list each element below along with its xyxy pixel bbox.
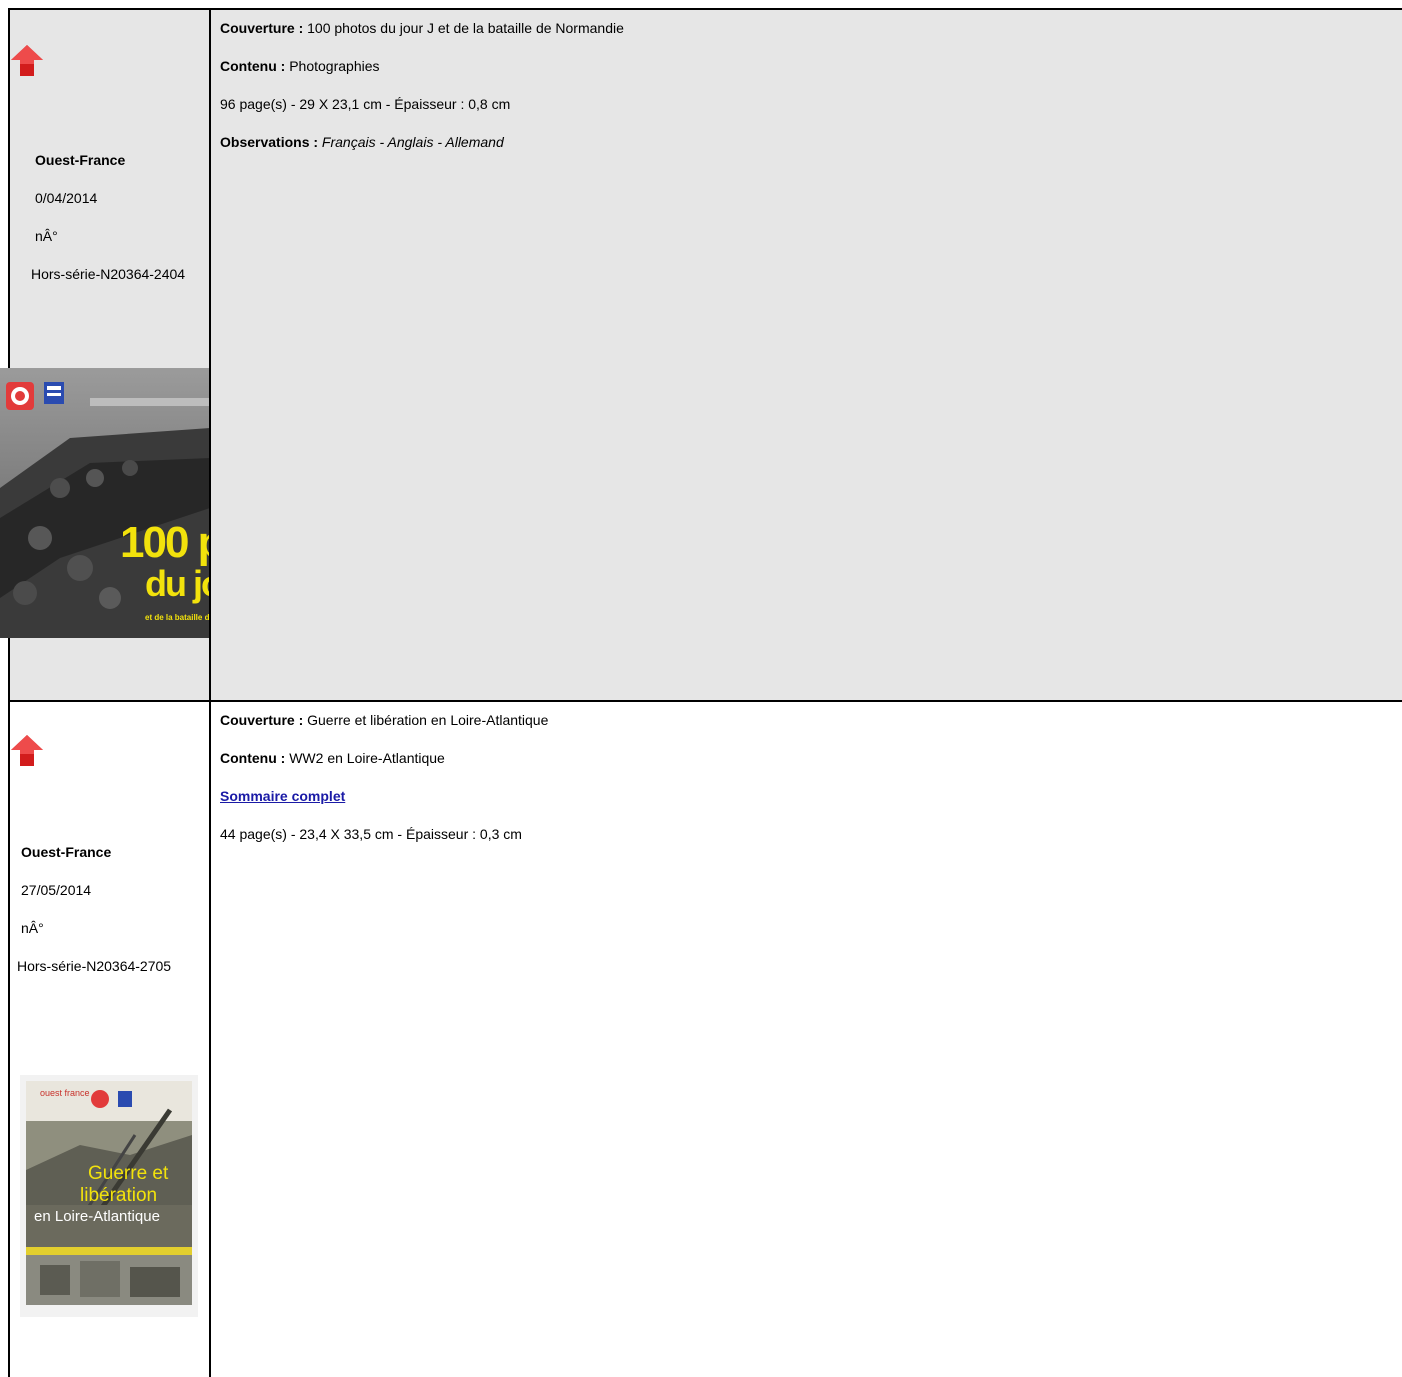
- issue-number: Hors-série-N20364-2705: [17, 958, 172, 974]
- number-label: nÂ°: [35, 228, 58, 244]
- cover-subtitle: et de la bataille de: [145, 613, 210, 622]
- sommaire-link[interactable]: Sommaire complet: [220, 788, 345, 804]
- entry-row: Ouest-France 27/05/2014 nÂ° Hors-série-N…: [8, 702, 1402, 1377]
- publication-date: 0/04/2014: [35, 190, 98, 206]
- column-divider: [209, 702, 211, 1377]
- issue-number: Hors-série-N20364-2404: [31, 266, 186, 282]
- couverture-value: 100 photos du jour J et de la bataille d…: [307, 20, 624, 36]
- contenu-label: Contenu :: [220, 750, 286, 766]
- couverture-line: Couverture : 100 photos du jour J et de …: [220, 20, 624, 36]
- contenu-line: Contenu : WW2 en Loire-Atlantique: [220, 750, 445, 766]
- entry-meta-column: Ouest-France 0/04/2014 nÂ° Hors-série-N2…: [0, 10, 210, 700]
- observations-label: Observations :: [220, 134, 319, 150]
- couverture-line: Couverture : Guerre et libération en Loi…: [220, 712, 548, 728]
- dimensions-line: 44 page(s) - 23,4 X 33,5 cm - Épaisseur …: [220, 826, 522, 842]
- entry-row: Ouest-France 0/04/2014 nÂ° Hors-série-N2…: [0, 8, 1402, 702]
- cover-title-line2: libération: [80, 1185, 158, 1206]
- contenu-value: Photographies: [289, 58, 380, 74]
- cover-image: 100 pho du jou et de la bataille de: [0, 368, 210, 638]
- cover-title-line1: 100 pho: [120, 518, 210, 567]
- column-divider: [209, 10, 211, 700]
- contenu-label: Contenu :: [220, 58, 286, 74]
- couverture-label: Couverture :: [220, 712, 304, 728]
- cover-image: ouest france Guerre et libération en Loi…: [20, 1075, 198, 1317]
- contenu-line: Contenu : Photographies: [220, 58, 380, 74]
- cover-title-line1: Guerre et: [88, 1163, 169, 1184]
- publication-date: 27/05/2014: [21, 882, 92, 898]
- couverture-value: Guerre et libération en Loire-Atlantique: [307, 712, 549, 728]
- observations-value: Français - Anglais - Allemand: [321, 134, 504, 150]
- couverture-label: Couverture :: [220, 20, 304, 36]
- up-arrow-icon[interactable]: [9, 732, 45, 768]
- publisher-name: Ouest-France: [35, 152, 126, 168]
- cover-title-line3: en Loire-Atlantique: [34, 1208, 160, 1225]
- cover-brand: ouest france: [40, 1088, 90, 1098]
- entry-meta-column: Ouest-France 27/05/2014 nÂ° Hors-série-N…: [10, 702, 209, 1377]
- cover-title-line2: du jou: [145, 563, 210, 604]
- sommaire-line: Sommaire complet: [220, 788, 345, 804]
- number-label: nÂ°: [21, 920, 44, 936]
- publisher-name: Ouest-France: [21, 844, 112, 860]
- up-arrow-icon[interactable]: [9, 42, 45, 78]
- dimensions-line: 96 page(s) - 29 X 23,1 cm - Épaisseur : …: [220, 96, 511, 112]
- observations-line: Observations : Français - Anglais - Alle…: [220, 134, 504, 150]
- contenu-value: WW2 en Loire-Atlantique: [289, 750, 445, 766]
